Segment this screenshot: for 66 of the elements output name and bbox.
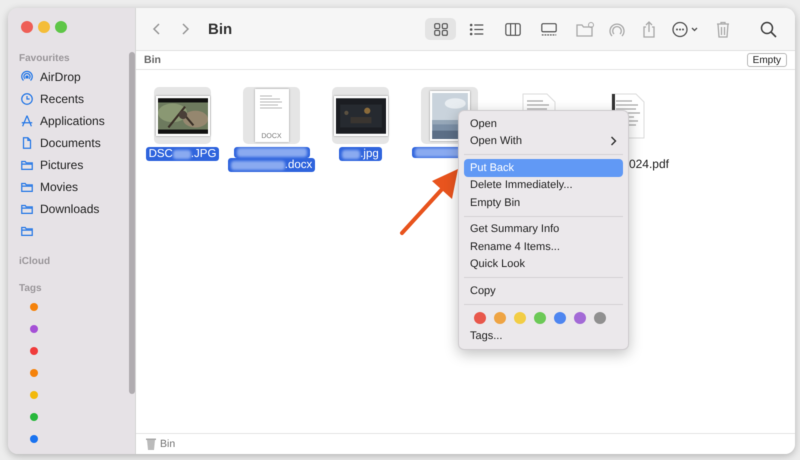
tag-color[interactable] (574, 312, 586, 324)
tag-color[interactable] (554, 312, 566, 324)
folder-icon (20, 180, 34, 194)
tag-dot[interactable] (30, 435, 38, 443)
menu-item[interactable]: Open (464, 115, 623, 132)
tag-color[interactable] (594, 312, 606, 324)
file-icon[interactable] (154, 87, 211, 144)
menu-item[interactable]: Open With (464, 132, 623, 150)
sidebar-heading: Favourites (18, 52, 71, 66)
sidebar-item[interactable]: Recents (8, 88, 126, 110)
empty-button[interactable]: Empty (746, 53, 787, 67)
search-icon[interactable] (759, 20, 779, 38)
status-label: Bin (160, 438, 176, 450)
file-name[interactable]: DSC .JPG (146, 147, 220, 161)
file-name[interactable] (234, 147, 310, 158)
tag-color[interactable] (514, 312, 526, 324)
file-icon[interactable] (332, 87, 389, 144)
applications-icon (20, 114, 34, 128)
sidebar-item[interactable]: Movies (8, 176, 126, 198)
file-name[interactable]: .docx (228, 158, 316, 172)
folder-icon (20, 224, 34, 238)
menu-item[interactable]: Tags... (464, 328, 623, 345)
sidebar-item[interactable]: Downloads (8, 198, 126, 220)
sidebar-item[interactable]: Documents (8, 132, 126, 154)
file-name[interactable]: 024.pdf (626, 156, 672, 172)
folder-icon (20, 202, 34, 216)
list-view-icon (468, 22, 486, 36)
sidebar-item[interactable]: AirDrop (8, 66, 126, 88)
menu-item[interactable]: Rename 4 Items... (464, 238, 623, 256)
airdrop-icon[interactable] (607, 20, 627, 38)
trash-icon (146, 438, 156, 450)
sidebar-item[interactable]: Applications (8, 110, 126, 132)
close-button[interactable] (21, 21, 33, 33)
sidebar-heading: Tags (18, 282, 43, 296)
minimize-button[interactable] (38, 21, 50, 33)
tag-color[interactable] (474, 312, 486, 324)
menu-item[interactable]: Empty Bin (464, 194, 623, 212)
scrollbar[interactable] (129, 52, 135, 394)
tag-dot[interactable] (30, 325, 38, 333)
menu-item[interactable]: Get Summary Info (464, 220, 623, 238)
column-view-icon (504, 22, 522, 36)
tag-dot[interactable] (30, 391, 38, 399)
tag-dot[interactable] (30, 413, 38, 421)
tag-dot[interactable] (30, 347, 38, 355)
chevron-icon (610, 136, 617, 146)
zoom-button[interactable] (55, 21, 67, 33)
tag-dot[interactable] (30, 303, 38, 311)
window-title: Bin (208, 20, 232, 38)
menu-item[interactable]: Quick Look (464, 256, 623, 273)
path-label: Bin (144, 54, 161, 66)
view-button[interactable] (425, 18, 456, 40)
sidebar-item[interactable]: Pictures (8, 154, 126, 176)
tag-color[interactable] (494, 312, 506, 324)
menu-item[interactable]: Copy (464, 282, 623, 300)
tag-color[interactable] (534, 312, 546, 324)
gallery-view-icon (540, 22, 558, 36)
folder-icon (20, 158, 34, 172)
grid-view-icon (432, 22, 450, 36)
airdrop-icon (20, 70, 34, 84)
sidebar-heading: iCloud (18, 255, 52, 269)
new-folder-icon[interactable] (575, 20, 595, 38)
tag-dot[interactable] (30, 369, 38, 377)
menu-item[interactable]: Delete Immediately... (464, 176, 623, 194)
clock-icon (20, 92, 34, 106)
file-name[interactable]: .jpg (339, 147, 382, 161)
document-icon (20, 136, 34, 150)
